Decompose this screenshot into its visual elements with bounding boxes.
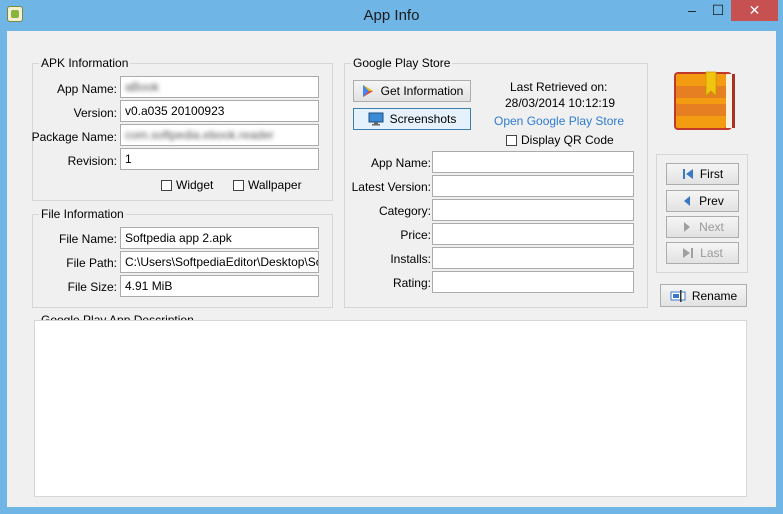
google-play-title: Google Play Store [351, 56, 453, 70]
first-button[interactable]: First [666, 163, 739, 185]
prev-label: Prev [699, 194, 724, 208]
screenshots-label: Screenshots [389, 112, 457, 126]
gp-installs-label: Installs: [390, 252, 431, 266]
apk-revision-label: Revision: [67, 154, 117, 168]
rename-label: Rename [691, 288, 738, 303]
file-name-label: File Name: [58, 232, 117, 246]
close-button[interactable]: ✕ [731, 0, 778, 21]
widget-label: Widget [176, 178, 214, 192]
rename-icon [670, 289, 686, 302]
file-size-label: File Size: [67, 280, 117, 294]
qr-code-checkbox[interactable]: Display QR Code [506, 133, 614, 147]
gp-category-field[interactable] [432, 199, 634, 221]
gp-rating-label: Rating: [392, 276, 431, 290]
gp-price-field[interactable] [432, 223, 634, 245]
next-icon [684, 222, 691, 232]
last-retrieved-label: Last Retrieved on: [510, 80, 608, 94]
next-label: Next [699, 220, 724, 234]
gp-latest-version-field[interactable] [432, 175, 634, 197]
file-size-field[interactable]: 4.91 MiB [120, 275, 319, 297]
apk-package-value: com.softpedia.ebook.reader [125, 128, 274, 142]
rename-button[interactable]: Rename [660, 284, 747, 307]
prev-icon [684, 196, 691, 206]
prev-button[interactable]: Prev [666, 190, 739, 212]
widget-checkbox[interactable]: Widget [161, 178, 213, 192]
widget-checkbox-box[interactable] [161, 179, 172, 191]
wallpaper-label: Wallpaper [248, 178, 302, 192]
description-area[interactable] [34, 320, 747, 497]
apk-app-name-field[interactable]: aBook [120, 76, 319, 98]
monitor-icon [368, 112, 384, 126]
screenshots-button[interactable]: Screenshots [353, 108, 471, 130]
next-button[interactable]: Next [666, 216, 739, 238]
last-retrieved-value: 28/03/2014 10:12:19 [505, 96, 616, 110]
client-area: APK Information App Name: aBook Version:… [7, 31, 776, 507]
wallpaper-checkbox-box[interactable] [233, 179, 244, 191]
apk-version-field[interactable]: v0.a035 20100923 [120, 100, 319, 122]
apk-version-label: Version: [73, 106, 117, 120]
first-label: First [699, 167, 724, 181]
gp-price-label: Price: [400, 228, 431, 242]
gp-app-name-field[interactable] [432, 151, 634, 173]
gp-rating-field[interactable] [432, 271, 634, 293]
get-information-button[interactable]: Get Information [353, 80, 471, 102]
gp-category-label: Category: [378, 204, 431, 218]
title-bar: App Info – ☐ ✕ [0, 0, 783, 31]
last-label: Last [700, 246, 723, 260]
minimize-button[interactable]: – [679, 0, 705, 21]
first-icon [682, 169, 693, 179]
play-store-icon [362, 85, 373, 97]
file-name-field[interactable]: Softpedia app 2.apk [120, 227, 319, 249]
file-path-field[interactable]: C:\Users\SoftpediaEditor\Desktop\Softped… [120, 251, 319, 273]
apk-info-title: APK Information [39, 56, 131, 70]
window-title: App Info [363, 7, 420, 24]
qr-code-checkbox-box[interactable] [506, 134, 517, 146]
last-icon [683, 248, 694, 258]
gp-app-name-label: App Name: [370, 156, 431, 170]
apk-revision-field[interactable]: 1 [120, 148, 319, 170]
file-path-label: File Path: [66, 256, 117, 270]
get-information-label: Get Information [380, 84, 464, 98]
qr-code-label: Display QR Code [521, 133, 614, 147]
open-google-play-link[interactable]: Open Google Play Store [494, 114, 624, 128]
file-info-title: File Information [39, 207, 126, 221]
last-button[interactable]: Last [666, 242, 739, 264]
book-icon [670, 68, 738, 134]
apk-app-name-value: aBook [125, 80, 160, 94]
maximize-button[interactable]: ☐ [705, 0, 731, 21]
apk-package-label: Package Name: [31, 130, 117, 144]
gp-installs-field[interactable] [432, 247, 634, 269]
apk-app-name-label: App Name: [56, 82, 117, 96]
apk-package-field[interactable]: com.softpedia.ebook.reader [120, 124, 319, 146]
gp-latest-version-label: Latest Version: [351, 180, 431, 194]
wallpaper-checkbox[interactable]: Wallpaper [233, 178, 302, 192]
